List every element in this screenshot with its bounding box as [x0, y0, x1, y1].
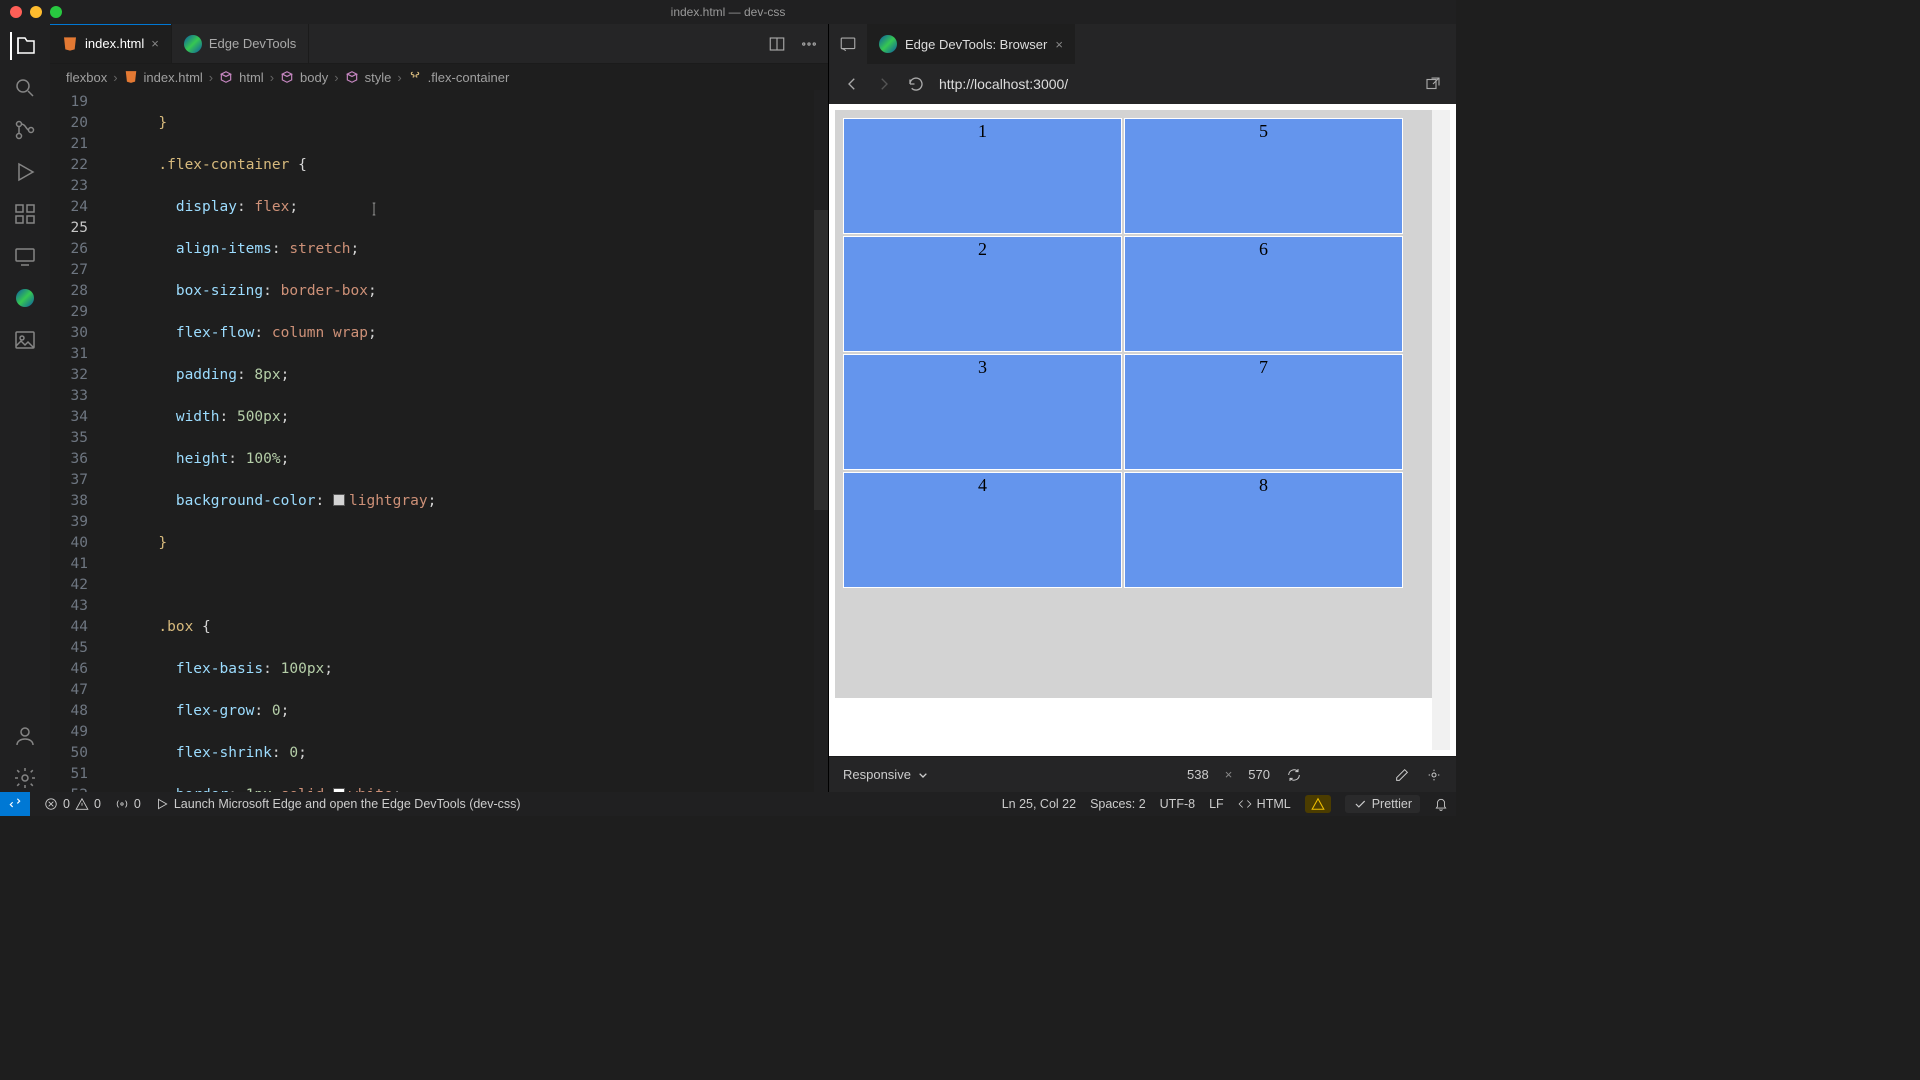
prettier-status[interactable]: Prettier: [1345, 795, 1420, 813]
window-zoom-button[interactable]: [50, 6, 62, 18]
tab-edge-devtools[interactable]: Edge DevTools: [172, 24, 309, 63]
language-mode[interactable]: HTML: [1238, 797, 1291, 811]
remote-status[interactable]: [0, 792, 30, 816]
crumb-html[interactable]: html: [239, 70, 264, 85]
window-title: index.html — dev-css: [671, 5, 786, 19]
back-icon[interactable]: [843, 75, 861, 93]
close-icon[interactable]: ×: [151, 36, 159, 51]
eol-status[interactable]: LF: [1209, 797, 1224, 811]
eslint-status[interactable]: [1305, 795, 1331, 813]
crumb-style[interactable]: style: [365, 70, 392, 85]
preview-box: 1: [843, 118, 1122, 234]
url-bar[interactable]: http://localhost:3000/: [939, 76, 1410, 92]
warning-icon: [75, 797, 89, 811]
preview-box: 4: [843, 472, 1122, 588]
viewport-height[interactable]: 570: [1248, 767, 1270, 782]
forward-icon: [875, 75, 893, 93]
edit-icon[interactable]: [1394, 767, 1410, 783]
preview-box: 8: [1124, 472, 1403, 588]
play-icon: [155, 797, 169, 811]
bell-icon[interactable]: [1434, 797, 1448, 811]
indent-status[interactable]: Spaces: 2: [1090, 797, 1146, 811]
window-close-button[interactable]: [10, 6, 22, 18]
inspect-icon[interactable]: [1426, 767, 1442, 783]
image-icon[interactable]: [11, 326, 39, 354]
accounts-icon[interactable]: [11, 722, 39, 750]
editor-tab-bar: index.html × Edge DevTools: [50, 24, 828, 64]
remote-icon[interactable]: [11, 242, 39, 270]
preview-box: 3: [843, 354, 1122, 470]
browser-toolbar: http://localhost:3000/: [829, 64, 1456, 104]
run-debug-icon[interactable]: [11, 158, 39, 186]
check-icon: [1353, 797, 1367, 811]
page-preview: 1 2 3 4 5 6 7 8: [829, 104, 1456, 756]
open-external-icon[interactable]: [1424, 75, 1442, 93]
launch-task[interactable]: Launch Microsoft Edge and open the Edge …: [155, 797, 521, 811]
encoding-status[interactable]: UTF-8: [1160, 797, 1195, 811]
tab-index-html[interactable]: index.html ×: [50, 24, 172, 63]
ports-status[interactable]: 0: [115, 797, 141, 811]
settings-icon[interactable]: [11, 764, 39, 792]
warning-icon: [1311, 797, 1325, 811]
activity-bar: [0, 24, 50, 792]
source-control-icon[interactable]: [11, 116, 39, 144]
broadcast-icon: [115, 797, 129, 811]
explorer-icon[interactable]: [10, 32, 38, 60]
reload-icon[interactable]: [907, 75, 925, 93]
device-toolbar: Responsive 538 × 570: [829, 756, 1456, 792]
tab-label: Edge DevTools: Browser: [905, 37, 1047, 52]
minimap[interactable]: [814, 90, 828, 792]
code-content[interactable]: } .flex-container { display: flex; align…: [106, 90, 828, 792]
code-editor[interactable]: 1920212223242526272829303132333435363738…: [50, 90, 828, 792]
tab-label: index.html: [85, 36, 144, 51]
html-file-icon: [124, 70, 138, 84]
crumb-body[interactable]: body: [300, 70, 328, 85]
rotate-icon[interactable]: [1286, 767, 1302, 783]
search-icon[interactable]: [11, 74, 39, 102]
mac-titlebar: index.html — dev-css: [0, 0, 1456, 24]
css-rule-icon: [408, 70, 422, 84]
flex-container-preview: 1 2 3 4 5 6 7 8: [835, 110, 1432, 698]
error-icon: [44, 797, 58, 811]
edge-icon: [879, 35, 897, 53]
symbol-icon: [219, 70, 233, 84]
html-file-icon: [62, 36, 78, 52]
code-icon: [1238, 797, 1252, 811]
dimension-separator: ×: [1225, 767, 1233, 782]
split-editor-icon[interactable]: [768, 35, 786, 53]
symbol-icon: [345, 70, 359, 84]
device-select[interactable]: Responsive: [843, 767, 931, 783]
line-gutter: 1920212223242526272829303132333435363738…: [50, 90, 106, 792]
edge-tools-icon[interactable]: [11, 284, 39, 312]
cursor-position[interactable]: Ln 25, Col 22: [1002, 797, 1076, 811]
problems-status[interactable]: 0 0: [44, 797, 101, 811]
preview-scrollbar[interactable]: [1432, 110, 1450, 750]
preview-box: 7: [1124, 354, 1403, 470]
window-minimize-button[interactable]: [30, 6, 42, 18]
crumb-file[interactable]: index.html: [144, 70, 203, 85]
preview-box: 5: [1124, 118, 1403, 234]
chevron-down-icon: [915, 767, 931, 783]
preview-box: 6: [1124, 236, 1403, 352]
symbol-icon: [280, 70, 294, 84]
crumb-selector[interactable]: .flex-container: [428, 70, 510, 85]
preview-box: 2: [843, 236, 1122, 352]
devtools-tab-bar: Edge DevTools: Browser ×: [829, 24, 1456, 64]
edge-icon: [184, 35, 202, 53]
breadcrumb[interactable]: flexbox› index.html› html› body› style› …: [50, 64, 828, 90]
crumb-folder[interactable]: flexbox: [66, 70, 107, 85]
close-icon[interactable]: ×: [1055, 37, 1063, 52]
extensions-icon[interactable]: [11, 200, 39, 228]
screencast-icon[interactable]: [829, 24, 867, 64]
tab-label: Edge DevTools: [209, 36, 296, 51]
status-bar: 0 0 0 Launch Microsoft Edge and open the…: [0, 792, 1456, 816]
color-swatch[interactable]: [333, 494, 345, 506]
viewport-width[interactable]: 538: [1187, 767, 1209, 782]
more-icon[interactable]: [800, 35, 818, 53]
tab-devtools-browser[interactable]: Edge DevTools: Browser ×: [867, 24, 1075, 64]
